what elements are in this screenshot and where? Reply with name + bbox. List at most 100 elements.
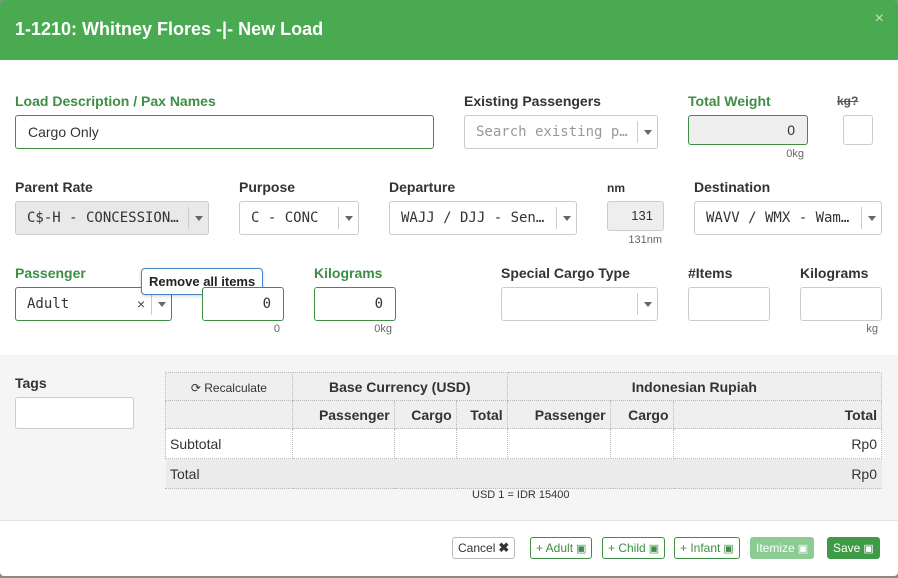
departure-value: WAJJ / DJJ - Sent… bbox=[401, 210, 552, 226]
parent-rate-label: Parent Rate bbox=[15, 179, 93, 195]
total-weight-label: Total Weight bbox=[688, 93, 771, 109]
total-weight-hint: 0kg bbox=[786, 148, 804, 160]
chevron-down-icon[interactable] bbox=[338, 207, 358, 229]
floppy-disk-icon: ▣ bbox=[863, 543, 874, 555]
column-header: Cargo bbox=[609, 400, 674, 429]
purpose-select[interactable]: C - CONC bbox=[239, 201, 359, 235]
add-adult-button[interactable]: + Adult ▣ bbox=[530, 537, 593, 559]
column-header: Total bbox=[672, 400, 883, 429]
load-description-label: Load Description / Pax Names bbox=[15, 93, 216, 109]
column-header: Passenger bbox=[506, 400, 611, 429]
clear-icon[interactable]: × bbox=[137, 296, 145, 312]
cargo-kilograms-input[interactable] bbox=[800, 287, 882, 321]
column-header: Cargo bbox=[393, 400, 457, 429]
floppy-disk-icon: ▣ bbox=[797, 543, 809, 555]
kilograms-input[interactable]: 0 bbox=[314, 287, 396, 321]
purpose-value: C - CONC bbox=[251, 210, 319, 226]
existing-passengers-placeholder: Search existing pa… bbox=[476, 124, 633, 140]
cancel-button[interactable]: Cancel ✖ bbox=[452, 537, 516, 559]
modal-header: 1-1210: Whitney Flores -|- New Load × bbox=[0, 0, 898, 60]
modal-title: 1-1210: Whitney Flores -|- New Load bbox=[15, 19, 324, 39]
table-cell bbox=[394, 458, 457, 489]
add-child-button[interactable]: + Child ▣ bbox=[602, 537, 666, 559]
close-icon[interactable]: × bbox=[875, 10, 884, 28]
load-description-input[interactable]: Cargo Only bbox=[15, 115, 434, 149]
subtotal-label: Subtotal bbox=[165, 428, 293, 459]
table-cell bbox=[507, 458, 611, 489]
items-label: #Items bbox=[688, 265, 733, 281]
footer-divider bbox=[0, 520, 898, 521]
chevron-down-icon[interactable] bbox=[556, 207, 576, 229]
empty-header bbox=[165, 400, 293, 429]
local-currency-header: Indonesian Rupiah bbox=[506, 372, 883, 401]
subtotal-value: Rp0 bbox=[672, 428, 883, 459]
recalculate-label: Recalculate bbox=[204, 380, 267, 395]
kilograms-label: Kilograms bbox=[314, 265, 383, 281]
new-load-modal: 1-1210: Whitney Flores -|- New Load × Lo… bbox=[0, 0, 898, 576]
existing-passengers-select[interactable]: Search existing pa… bbox=[464, 115, 658, 149]
passenger-label: Passenger bbox=[15, 265, 86, 281]
existing-passengers-label: Existing Passengers bbox=[464, 93, 601, 109]
items-input[interactable] bbox=[688, 287, 770, 321]
purpose-label: Purpose bbox=[239, 179, 296, 195]
cargo-kilograms-label: Kilograms bbox=[800, 265, 869, 281]
table-cell bbox=[292, 458, 395, 489]
special-cargo-select[interactable] bbox=[501, 287, 658, 321]
itemize-button[interactable]: Itemize ▣ bbox=[750, 537, 815, 559]
fare-calculation-table: ⟳ Recalculate Base Currency (USD) Indone… bbox=[165, 372, 883, 489]
special-cargo-label: Special Cargo Type bbox=[501, 265, 630, 281]
destination-label: Destination bbox=[694, 179, 771, 195]
chevron-down-icon[interactable] bbox=[637, 293, 657, 315]
add-child-label: + Child bbox=[608, 541, 646, 555]
pax-count-input[interactable]: 0 bbox=[202, 287, 284, 321]
table-cell bbox=[456, 458, 508, 489]
cargo-kilograms-hint: kg bbox=[866, 323, 878, 335]
total-weight-field: 0 bbox=[688, 115, 808, 145]
refresh-icon: ⟳ bbox=[190, 380, 201, 395]
total-value: Rp0 bbox=[673, 458, 882, 489]
save-label: Save bbox=[833, 541, 861, 555]
parent-rate-select[interactable]: C$-H - CONCESSION … bbox=[15, 201, 209, 235]
floppy-disk-icon: ▣ bbox=[648, 543, 660, 555]
kg-unknown-label: kg? bbox=[837, 94, 859, 108]
chevron-down-icon[interactable] bbox=[637, 121, 657, 143]
table-cell bbox=[455, 428, 508, 459]
table-row: Subtotal Rp0 bbox=[165, 428, 883, 459]
close-icon: ✖ bbox=[498, 540, 510, 555]
departure-label: Departure bbox=[389, 179, 456, 195]
distance-hint: 131nm bbox=[628, 234, 662, 246]
exchange-rate: USD 1 = IDR 15400 bbox=[472, 489, 570, 501]
itemize-label: Itemize bbox=[756, 541, 795, 555]
parent-rate-value: C$-H - CONCESSION … bbox=[27, 210, 184, 226]
total-label: Total bbox=[165, 458, 293, 489]
base-currency-header: Base Currency (USD) bbox=[291, 372, 508, 401]
table-cell bbox=[393, 428, 457, 459]
kilograms-hint: 0kg bbox=[374, 323, 392, 335]
table-cell bbox=[506, 428, 611, 459]
floppy-disk-icon: ▣ bbox=[576, 543, 587, 555]
destination-value: WAVV / WMX - Wame… bbox=[706, 210, 857, 226]
pax-count-hint: 0 bbox=[273, 323, 280, 335]
floppy-disk-icon: ▣ bbox=[723, 543, 734, 555]
recalculate-button[interactable]: ⟳ Recalculate bbox=[165, 372, 293, 401]
chevron-down-icon[interactable] bbox=[188, 207, 208, 229]
save-button[interactable]: Save ▣ bbox=[827, 537, 880, 559]
distance-label: nm bbox=[607, 181, 625, 195]
table-cell bbox=[610, 458, 674, 489]
passenger-value: Adult bbox=[27, 296, 70, 312]
column-header: Passenger bbox=[291, 400, 395, 429]
destination-select[interactable]: WAVV / WMX - Wame… bbox=[694, 201, 882, 235]
cancel-label: Cancel bbox=[458, 541, 496, 555]
kg-unknown-checkbox[interactable] bbox=[843, 115, 873, 145]
add-infant-label: + Infant bbox=[680, 541, 721, 555]
add-adult-label: + Adult bbox=[536, 541, 574, 555]
column-header: Total bbox=[455, 400, 508, 429]
table-cell bbox=[609, 428, 674, 459]
chevron-down-icon[interactable] bbox=[151, 293, 171, 315]
chevron-down-icon[interactable] bbox=[861, 207, 881, 229]
tags-input[interactable] bbox=[15, 397, 134, 429]
distance-field: 131 bbox=[607, 201, 664, 231]
table-cell bbox=[291, 428, 395, 459]
add-infant-button[interactable]: + Infant ▣ bbox=[674, 537, 740, 559]
departure-select[interactable]: WAJJ / DJJ - Sent… bbox=[389, 201, 577, 235]
